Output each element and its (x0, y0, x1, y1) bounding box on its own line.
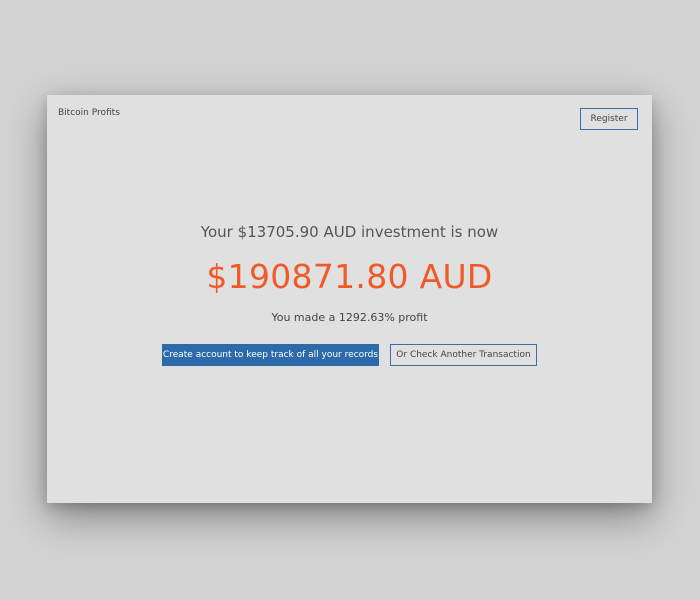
investment-headline: Your $13705.90 AUD investment is now (200, 223, 499, 241)
current-value-amount: $190871.80 AUD (206, 257, 493, 296)
app-window: Bitcoin Profits Register Your $13705.90 … (47, 95, 652, 503)
check-another-transaction-button[interactable]: Or Check Another Transaction (390, 344, 537, 366)
action-buttons: Create account to keep track of all your… (47, 344, 652, 366)
profit-percentage-text: You made a 1292.63% profit (271, 311, 428, 324)
result-section: Your $13705.90 AUD investment is now $19… (47, 221, 652, 366)
register-button[interactable]: Register (580, 108, 638, 130)
brand-name: Bitcoin Profits (58, 108, 120, 118)
create-account-button[interactable]: Create account to keep track of all your… (162, 344, 379, 366)
